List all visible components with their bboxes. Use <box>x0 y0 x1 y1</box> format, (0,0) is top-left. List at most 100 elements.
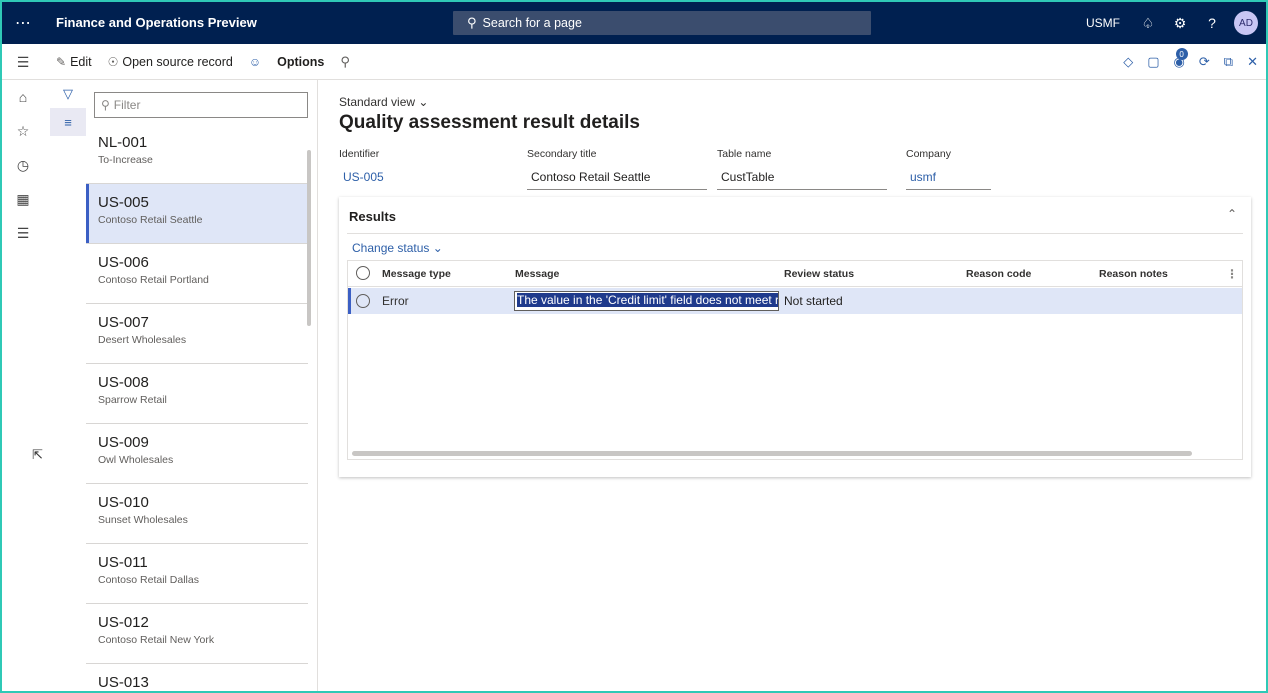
app-title: Finance and Operations Preview <box>56 15 257 30</box>
notifications-icon[interactable]: ◉ 0 <box>1174 48 1188 70</box>
list-item[interactable]: US-008 Sparrow Retail <box>86 364 308 424</box>
hamburger-menu-icon[interactable]: ☰ <box>2 44 44 80</box>
record-id: US-012 <box>98 614 149 631</box>
cell-message-type: Error <box>382 294 409 308</box>
list-item-selected[interactable]: US-005 Contoso Retail Seattle <box>86 184 308 244</box>
row-select-radio[interactable] <box>356 294 370 308</box>
list-scrollbar[interactable] <box>307 150 311 326</box>
table-name-value[interactable]: CustTable <box>717 168 887 190</box>
record-name: To-Increase <box>98 154 153 166</box>
view-selector-label: Standard view <box>339 95 416 109</box>
column-options-more-icon[interactable]: ⋮ <box>1226 267 1238 281</box>
record-name: Sunset Wholesales <box>98 514 188 526</box>
app-launcher-icon[interactable]: ⋯ <box>2 2 44 44</box>
list-view-icon[interactable]: ≡ <box>50 108 86 136</box>
results-grid: Message type Message Review status Reaso… <box>347 260 1243 460</box>
help-icon[interactable]: ? <box>1196 2 1228 44</box>
modules-list-icon[interactable]: ☰ <box>2 216 44 250</box>
favorites-star-icon[interactable]: ☆ <box>2 114 44 148</box>
edit-label: Edit <box>70 55 92 69</box>
open-new-window-icon[interactable]: ⧉ <box>1224 54 1233 70</box>
cell-message-editor[interactable]: The value in the 'Credit limit' field do… <box>514 291 779 311</box>
column-header-review-status[interactable]: Review status <box>784 268 854 280</box>
pencil-icon: ✎ <box>56 55 67 69</box>
secondary-title-field: Secondary title Contoso Retail Seattle <box>527 148 707 190</box>
filter-funnel-icon[interactable]: ▽ <box>50 80 86 108</box>
table-row[interactable]: Error The value in the 'Credit limit' fi… <box>348 288 1242 314</box>
user-avatar[interactable]: AD <box>1234 11 1258 35</box>
app-window: ⋯ Finance and Operations Preview ⚲ Searc… <box>0 0 1268 693</box>
collapse-chevron-up-icon[interactable]: ⌃ <box>1227 207 1237 221</box>
home-icon[interactable]: ⌂ <box>2 80 44 114</box>
list-item[interactable]: US-007 Desert Wholesales <box>86 304 308 364</box>
edit-button[interactable]: ✎ Edit <box>56 55 92 69</box>
filter-placeholder: Filter <box>113 98 141 112</box>
list-item[interactable]: US-006 Contoso Retail Portland <box>86 244 308 304</box>
results-header[interactable]: Results <box>349 209 396 224</box>
open-source-record-button[interactable]: ☉ Open source record <box>108 55 233 69</box>
company-link[interactable]: usmf <box>906 168 991 190</box>
record-name: Desert Wholesales <box>98 334 187 346</box>
search-placeholder: Search for a page <box>482 16 582 30</box>
cell-review-status: Not started <box>784 294 843 308</box>
list-item[interactable]: US-013 <box>86 664 308 691</box>
table-name-label: Table name <box>717 148 772 160</box>
mouse-cursor-icon: ⇱ <box>32 447 43 462</box>
action-pane-buttons: ✎ Edit ☉ Open source record ☺ Options ⚲ <box>56 44 350 80</box>
list-item[interactable]: NL-001 To-Increase <box>86 124 308 184</box>
notification-badge: 0 <box>1175 48 1188 60</box>
select-all-radio[interactable] <box>356 266 370 280</box>
grid-horizontal-scrollbar[interactable] <box>352 451 1192 456</box>
list-filter-input[interactable]: ⚲ Filter <box>94 92 308 118</box>
list-item[interactable]: US-012 Contoso Retail New York <box>86 604 308 664</box>
record-id: US-010 <box>98 494 149 511</box>
change-status-button[interactable]: Change status ⌄ <box>352 241 443 255</box>
filter-search-icon: ⚲ <box>101 98 110 112</box>
record-id: US-008 <box>98 374 149 391</box>
workspaces-icon[interactable]: ▦ <box>2 182 44 216</box>
list-item[interactable]: US-010 Sunset Wholesales <box>86 484 308 544</box>
refresh-icon[interactable]: ⟳ <box>1199 54 1210 70</box>
company-picker[interactable]: USMF <box>1086 16 1120 30</box>
close-icon[interactable]: ✕ <box>1247 54 1258 70</box>
record-list-pane: ⚲ Filter NL-001 To-Increase US-005 Conto… <box>86 80 318 691</box>
change-status-label: Change status <box>352 241 430 255</box>
record-list: NL-001 To-Increase US-005 Contoso Retail… <box>86 124 308 691</box>
diamond-icon[interactable]: ◇ <box>1123 54 1133 70</box>
divider <box>347 233 1243 234</box>
list-toolbar: ▽ ≡ <box>50 80 86 691</box>
table-name-field: Table name CustTable <box>717 148 887 190</box>
gear-icon[interactable]: ⚙ <box>1164 2 1196 44</box>
column-header-message[interactable]: Message <box>515 268 559 280</box>
global-search-box[interactable]: ⚲ Search for a page <box>453 11 871 35</box>
record-id: US-007 <box>98 314 149 331</box>
action-pane-right-icons: ◇ ▢ ◉ 0 ⟳ ⧉ ✕ <box>1123 44 1258 80</box>
view-selector[interactable]: Standard view ⌄ <box>339 95 428 109</box>
page-title: Quality assessment result details <box>339 112 640 133</box>
record-id: US-011 <box>98 554 148 571</box>
open-record-icon: ☉ <box>107 55 119 69</box>
chevron-down-icon: ⌄ <box>418 95 429 109</box>
options-button[interactable]: Options <box>277 55 324 69</box>
list-item[interactable]: US-011 Contoso Retail Dallas <box>86 544 308 604</box>
bell-icon[interactable]: ♤ <box>1132 2 1164 44</box>
column-header-message-type[interactable]: Message type <box>382 268 451 280</box>
record-id: US-005 <box>98 194 149 211</box>
record-name: Sparrow Retail <box>98 394 167 406</box>
column-header-reason-notes[interactable]: Reason notes <box>1099 268 1168 280</box>
action-pane: ☰ ✎ Edit ☉ Open source record ☺ Options … <box>2 44 1266 80</box>
cell-message-text: The value in the 'Credit limit' field do… <box>517 293 778 307</box>
identifier-link[interactable]: US-005 <box>339 168 509 190</box>
record-id: US-013 <box>98 674 149 691</box>
feedback-smiley-button[interactable]: ☺ <box>249 55 261 69</box>
action-search-icon[interactable]: ⚲ <box>340 54 350 70</box>
secondary-title-label: Secondary title <box>527 148 597 160</box>
office-icon[interactable]: ▢ <box>1147 54 1159 70</box>
list-item[interactable]: US-009 Owl Wholesales <box>86 424 308 484</box>
record-name: Owl Wholesales <box>98 454 174 466</box>
recent-clock-icon[interactable]: ◷ <box>2 148 44 182</box>
secondary-title-value[interactable]: Contoso Retail Seattle <box>527 168 707 190</box>
results-section: Results ⌃ Change status ⌄ Message type M… <box>339 197 1251 477</box>
column-header-reason-code[interactable]: Reason code <box>966 268 1031 280</box>
chevron-down-icon: ⌄ <box>432 241 443 255</box>
